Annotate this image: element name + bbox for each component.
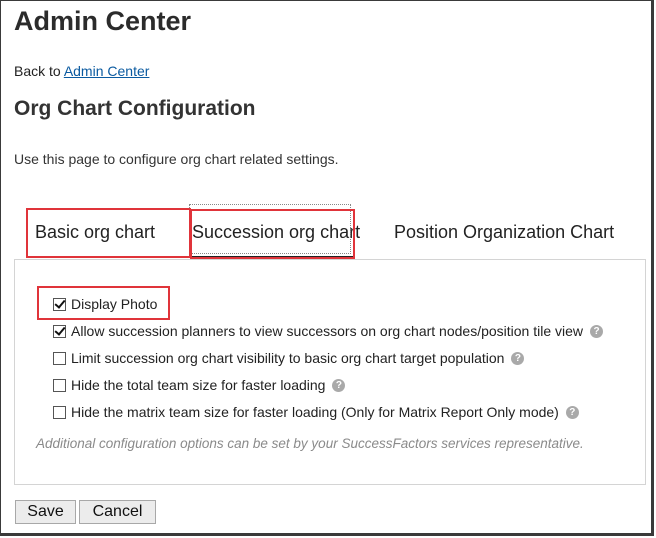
- back-prefix: Back to: [14, 63, 64, 79]
- option-label: Allow succession planners to view succes…: [71, 323, 584, 339]
- limit-visibility-checkbox[interactable]: [53, 351, 66, 365]
- hide-total-team-size-checkbox[interactable]: [53, 378, 66, 392]
- option-hide-total-team-size: Hide the total team size for faster load…: [53, 375, 346, 395]
- tab-position-organization-chart[interactable]: Position Organization Chart: [394, 220, 614, 258]
- option-label: Limit succession org chart visibility to…: [71, 350, 505, 366]
- option-hide-matrix-team-size: Hide the matrix team size for faster loa…: [53, 402, 579, 422]
- page-title: Admin Center: [14, 6, 192, 36]
- allow-succession-planners-checkbox[interactable]: [53, 324, 66, 338]
- settings-panel: [14, 259, 646, 485]
- option-display-photo: Display Photo: [53, 294, 157, 314]
- help-icon[interactable]: ?: [332, 378, 346, 392]
- back-link-row: Back to Admin Center: [14, 63, 149, 79]
- option-label: Hide the matrix team size for faster loa…: [71, 404, 559, 420]
- cancel-button[interactable]: Cancel: [79, 500, 156, 524]
- admin-center-link[interactable]: Admin Center: [64, 63, 150, 79]
- option-label: Display Photo: [71, 296, 158, 312]
- option-label: Hide the total team size for faster load…: [71, 377, 326, 393]
- tab-focus-outline: [189, 204, 351, 254]
- section-title: Org Chart Configuration: [14, 97, 256, 120]
- page-description: Use this page to configure org chart rel…: [14, 151, 339, 167]
- display-photo-checkbox[interactable]: [53, 297, 66, 311]
- active-tab-indicator: [191, 256, 353, 258]
- help-icon[interactable]: ?: [565, 405, 579, 419]
- help-icon[interactable]: ?: [511, 351, 525, 365]
- tab-basic-org-chart[interactable]: Basic org chart: [35, 220, 155, 258]
- additional-options-note: Additional configuration options can be …: [36, 436, 584, 451]
- help-icon[interactable]: ?: [590, 324, 604, 338]
- option-allow-succession-planners: Allow succession planners to view succes…: [53, 321, 604, 341]
- option-limit-visibility: Limit succession org chart visibility to…: [53, 348, 525, 368]
- hide-matrix-team-size-checkbox[interactable]: [53, 405, 66, 419]
- save-button[interactable]: Save: [15, 500, 76, 524]
